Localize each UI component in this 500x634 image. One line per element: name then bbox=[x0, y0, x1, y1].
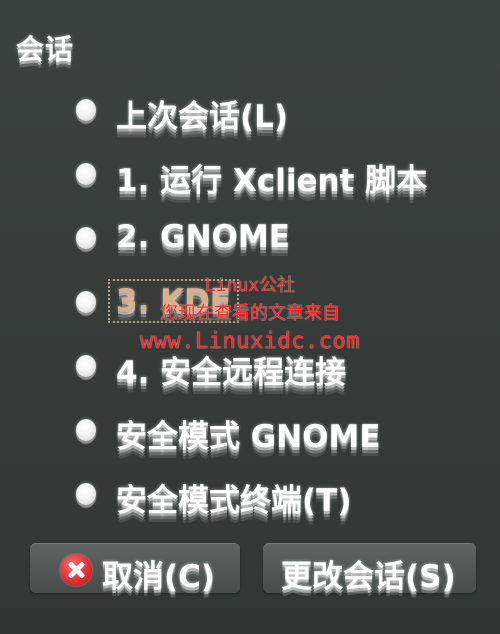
session-label: 上次会话(L) bbox=[116, 99, 289, 135]
cancel-button[interactable]: 取消(C) bbox=[30, 543, 240, 595]
watermark: Linux公社 您现在查看的文章来自 www.Linuxidc.com bbox=[130, 272, 370, 356]
radio-icon[interactable] bbox=[76, 163, 96, 185]
session-label: 安全模式终端(T) bbox=[116, 483, 352, 519]
cancel-button-label: 取消(C) bbox=[102, 559, 216, 595]
watermark-line-1: Linux公社 bbox=[204, 275, 296, 296]
watermark-url: www.Linuxidc.com bbox=[140, 329, 360, 354]
radio-icon[interactable] bbox=[76, 99, 96, 121]
cancel-icon bbox=[60, 554, 92, 586]
radio-icon[interactable] bbox=[76, 483, 96, 505]
session-item-safe-terminal[interactable]: 安全模式终端(T) bbox=[70, 469, 490, 533]
radio-icon[interactable] bbox=[76, 355, 96, 377]
session-item-gnome[interactable]: 2. GNOME bbox=[70, 213, 490, 277]
session-item-safe-gnome[interactable]: 安全模式 GNOME bbox=[70, 405, 490, 469]
change-session-button-label: 更改会话(S) bbox=[281, 559, 456, 595]
radio-icon[interactable] bbox=[76, 291, 96, 313]
change-session-button[interactable]: 更改会话(S) bbox=[263, 543, 476, 595]
session-label: 1. 运行 Xclient 脚本 bbox=[116, 163, 428, 199]
session-label: 安全模式 GNOME bbox=[116, 419, 381, 455]
dialog-title: 会话 bbox=[16, 33, 75, 66]
session-item-xclient[interactable]: 1. 运行 Xclient 脚本 bbox=[70, 149, 490, 213]
session-label: 2. GNOME bbox=[116, 219, 290, 255]
session-item-last[interactable]: 上次会话(L) bbox=[70, 85, 490, 149]
session-dialog: 会话 上次会话(L) 1. 运行 Xclient 脚本 2. GNOME 3. … bbox=[0, 0, 500, 634]
watermark-line-2: 您现在查看的文章来自 bbox=[160, 303, 340, 324]
radio-icon[interactable] bbox=[76, 419, 96, 441]
radio-icon[interactable] bbox=[76, 227, 96, 249]
